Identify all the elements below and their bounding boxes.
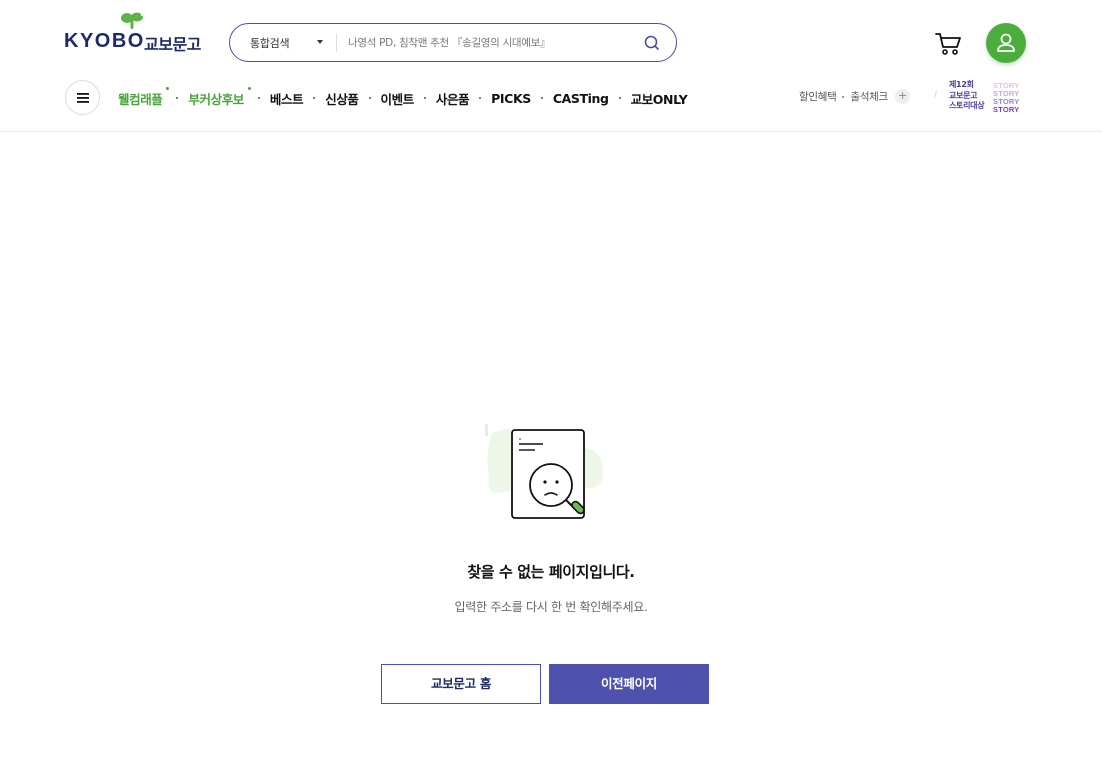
- search-bar: 통합검색: [229, 23, 677, 62]
- story-line-1: 제12회: [949, 80, 974, 89]
- nav-separator: [618, 97, 621, 99]
- search-icon: [644, 35, 659, 50]
- search-button[interactable]: [642, 33, 662, 53]
- kyobo-logo[interactable]: KYOBO 교보문고: [64, 10, 206, 54]
- nav-item-kyobo-only[interactable]: 교보ONLY: [631, 89, 688, 108]
- attendance-check-link[interactable]: 출석체크: [850, 89, 888, 104]
- error-description: 입력한 주소를 다시 한 번 확인해주세요.: [454, 600, 648, 614]
- logo-english: KYOBO: [64, 30, 145, 52]
- search-input[interactable]: [348, 32, 628, 54]
- nav-separator: [423, 97, 426, 99]
- discount-benefits-link[interactable]: 할인혜택: [799, 89, 837, 104]
- util-slash-divider: /: [934, 90, 938, 100]
- story-line-2: 교보문고: [949, 90, 978, 100]
- nav-item-casting[interactable]: CASTing: [553, 91, 609, 106]
- plus-icon[interactable]: +: [894, 89, 910, 104]
- profile-button[interactable]: [986, 23, 1026, 63]
- nav-separator: [368, 97, 371, 99]
- error-title: 찾을 수 없는 페이지입니다.: [467, 563, 635, 581]
- nav-separator: [540, 97, 543, 99]
- nav-item-booker-prize[interactable]: 부커상후보: [188, 86, 251, 108]
- cart-icon: [935, 33, 961, 55]
- utility-links: 할인혜택 출석체크 +: [799, 89, 910, 104]
- new-dot-icon: [166, 86, 170, 90]
- cart-button[interactable]: [935, 31, 963, 57]
- nav-separator: [479, 97, 482, 99]
- caret-down-icon[interactable]: [317, 40, 323, 44]
- main-nav: 웰컴래플 부커상후보 베스트 신상품 이벤트 사은품 PICKS CASTing…: [118, 86, 688, 108]
- nav-item-new-products[interactable]: 신상품: [325, 89, 359, 108]
- story-word: STORY: [993, 105, 1020, 114]
- nav-item-picks[interactable]: PICKS: [491, 91, 531, 106]
- nav-item-best[interactable]: 베스트: [270, 89, 304, 108]
- kyobo-home-button[interactable]: 교보문고 홈: [381, 664, 541, 704]
- header-divider: [0, 131, 1102, 132]
- nav-item-welcome-raffle[interactable]: 웰컴래플: [118, 86, 170, 108]
- user-icon: [997, 33, 1015, 52]
- story-line-3: 스토리대상: [949, 101, 985, 110]
- new-dot-icon: [247, 86, 251, 90]
- document-sad-magnifier-icon: [485, 424, 604, 519]
- menu-button[interactable]: [65, 80, 100, 115]
- util-separator: [842, 95, 845, 98]
- nav-separator: [313, 97, 316, 99]
- nav-separator: [257, 97, 260, 99]
- nav-item-label: 부커상후보: [188, 91, 244, 107]
- story-award-text: 제12회 교보문고 스토리대상: [949, 80, 985, 112]
- logo-korean: 교보문고: [144, 35, 201, 54]
- nav-item-events[interactable]: 이벤트: [381, 89, 415, 108]
- nav-item-gifts[interactable]: 사은품: [436, 89, 470, 108]
- nav-separator: [176, 97, 179, 99]
- hamburger-icon: [77, 93, 89, 103]
- nav-item-label: 웰컴래플: [118, 91, 163, 107]
- previous-page-button[interactable]: 이전페이지: [549, 664, 709, 704]
- story-award-banner[interactable]: 제12회 교보문고 스토리대상 STORY STORY STORY STORY: [949, 80, 1025, 114]
- search-category-select[interactable]: 통합검색: [250, 35, 290, 51]
- search-divider: [336, 34, 337, 52]
